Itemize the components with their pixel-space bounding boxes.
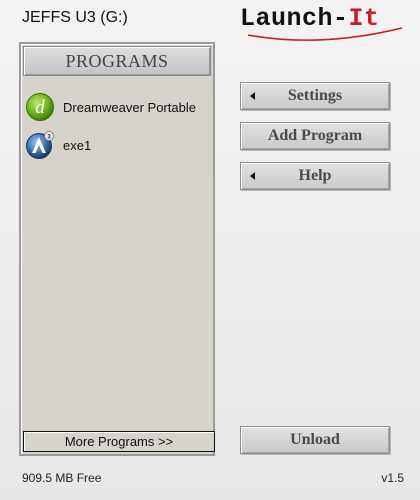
version-label: v1.5 <box>381 471 404 485</box>
launch-it-window: JEFFS U3 (G:) Launch-It PROGRAMS d Dream… <box>0 0 420 500</box>
settings-button[interactable]: Settings <box>240 82 390 110</box>
dreamweaver-icon: d <box>26 93 54 121</box>
unload-button[interactable]: Unload <box>240 426 390 454</box>
unload-label: Unload <box>290 431 340 448</box>
left-arrow-icon <box>250 172 255 180</box>
programs-panel: PROGRAMS d Dreamweaver Portable 3 exe1 M… <box>19 42 215 456</box>
launch-it-logo: Launch-It <box>230 2 408 48</box>
program-label: Dreamweaver Portable <box>63 99 196 115</box>
help-button[interactable]: Help <box>240 162 390 190</box>
logo-text-main: Launch- <box>240 4 349 33</box>
more-programs-button[interactable]: More Programs >> <box>23 431 215 452</box>
left-arrow-icon <box>250 92 255 100</box>
add-program-label: Add Program <box>267 127 363 144</box>
generic-app-icon: 3 <box>26 131 54 159</box>
svg-text:d: d <box>35 97 45 118</box>
program-item-dreamweaver[interactable]: d Dreamweaver Portable <box>23 88 211 126</box>
logo-text-accent: It <box>348 4 380 33</box>
programs-header: PROGRAMS <box>23 46 211 76</box>
program-list: d Dreamweaver Portable 3 exe1 <box>23 88 211 164</box>
help-label: Help <box>298 167 332 184</box>
program-item-exe1[interactable]: 3 exe1 <box>23 126 211 164</box>
drive-label: JEFFS U3 (G:) <box>22 9 128 26</box>
settings-label: Settings <box>287 87 343 104</box>
logo-text: Launch-It <box>240 4 380 33</box>
add-program-button[interactable]: Add Program <box>240 122 390 150</box>
free-space-label: 909.5 MB Free <box>22 471 102 485</box>
program-label: exe1 <box>63 137 92 153</box>
